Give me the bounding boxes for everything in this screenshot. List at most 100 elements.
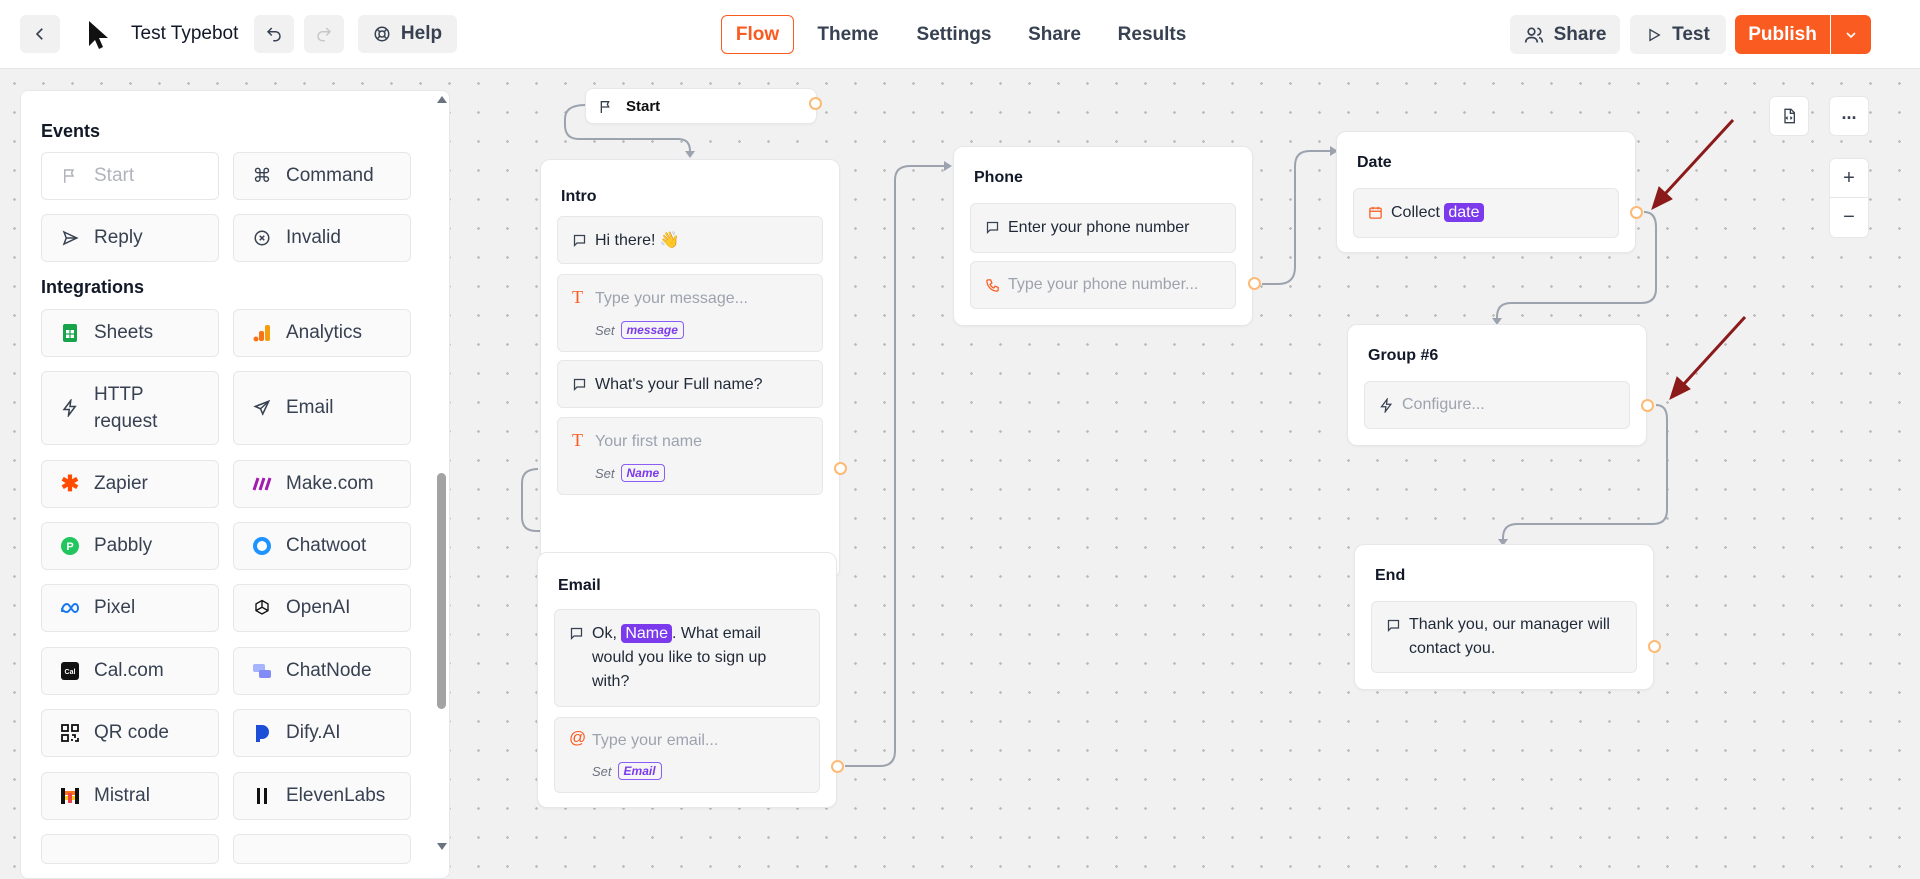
event-reply[interactable]: Reply	[41, 214, 219, 262]
event-invalid[interactable]: Invalid	[233, 214, 411, 262]
group-6[interactable]: Group #6 Configure...	[1347, 324, 1647, 446]
tab-theme[interactable]: Theme	[808, 15, 888, 54]
email-text-bubble[interactable]: Ok, Name. What email would you like to s…	[554, 609, 820, 707]
event-command[interactable]: ⌘ Command	[233, 152, 411, 200]
integration-openai[interactable]: OpenAI	[233, 584, 411, 632]
tab-flow-label: Flow	[735, 23, 780, 45]
phone-output-port[interactable]	[1248, 277, 1261, 290]
openai-icon	[252, 598, 272, 618]
bolt-icon	[1379, 396, 1394, 417]
email-input-block[interactable]: @ Type your email... Set Email	[554, 717, 820, 793]
svg-text:Cal: Cal	[65, 669, 76, 676]
integration-label: Pabbly	[94, 535, 153, 556]
group-phone-title: Phone	[974, 169, 1023, 186]
email-message: Ok, Name. What email would you like to s…	[592, 622, 805, 694]
dify-icon	[252, 723, 272, 743]
back-button[interactable]	[20, 15, 60, 53]
event-command-label: Command	[286, 165, 374, 186]
chevron-down-icon	[1846, 31, 1856, 38]
command-icon: ⌘	[252, 165, 272, 187]
group-end[interactable]: End Thank you, our manager will contact …	[1354, 544, 1654, 690]
zoom-out-button[interactable]: −	[1829, 198, 1869, 237]
integration-analytics[interactable]: Analytics	[233, 309, 411, 357]
integration-qr-code[interactable]: QR code	[41, 709, 219, 757]
test-button[interactable]: Test	[1630, 15, 1726, 54]
configure-placeholder: Configure...	[1402, 396, 1485, 413]
phone-input-block[interactable]: Type your phone number...	[970, 261, 1236, 309]
more-menu-button[interactable]: ...	[1829, 96, 1869, 136]
integration-pixel[interactable]: Pixel	[41, 584, 219, 632]
sidebar-scrollbar[interactable]	[433, 91, 449, 878]
integration-http-request[interactable]: HTTP request	[41, 371, 219, 445]
flag-icon	[60, 166, 80, 186]
tab-share[interactable]: Share	[1017, 15, 1092, 54]
phone-text-bubble[interactable]: Enter your phone number	[970, 203, 1236, 253]
integration-chatnode[interactable]: ChatNode	[233, 647, 411, 695]
end-text-bubble[interactable]: Thank you, our manager will contact you.	[1371, 601, 1637, 673]
share-label: Share	[1553, 23, 1607, 45]
zoom-in-button[interactable]: +	[1829, 159, 1869, 199]
tab-settings[interactable]: Settings	[907, 15, 1001, 54]
publish-menu-button[interactable]	[1831, 15, 1871, 54]
first-name-placeholder: Your first name	[595, 433, 703, 450]
set-label: Set	[595, 322, 615, 338]
intro-text-bubble[interactable]: Hi there! 👋	[557, 216, 823, 264]
help-button[interactable]: Help	[358, 15, 457, 53]
test-label: Test	[1672, 23, 1710, 45]
group6-output-port[interactable]	[1641, 399, 1654, 412]
integration-make[interactable]: Make.com	[233, 460, 411, 508]
integration-dify[interactable]: Dify.AI	[233, 709, 411, 757]
bot-name[interactable]: Test Typebot	[131, 23, 238, 45]
group-email[interactable]: Email Ok, Name. What email would you lik…	[537, 552, 837, 808]
integration-label: Make.com	[286, 473, 374, 494]
group-phone[interactable]: Phone Enter your phone number Type your …	[953, 146, 1253, 326]
top-bar: Test Typebot Help Flow Theme Settings Sh…	[0, 0, 1920, 69]
integration-calcom[interactable]: Cal Cal.com	[41, 647, 219, 695]
integration-label: Dify.AI	[286, 722, 341, 743]
integration-pabbly[interactable]: P Pabbly	[41, 522, 219, 570]
full-name-bubble[interactable]: What's your Full name?	[557, 360, 823, 408]
integration-email[interactable]: Email	[233, 371, 411, 445]
integration-sheets[interactable]: Sheets	[41, 309, 219, 357]
end-output-port[interactable]	[1648, 640, 1661, 653]
scroll-down-icon[interactable]	[437, 843, 447, 850]
integration-chatwoot[interactable]: Chatwoot	[233, 522, 411, 570]
publish-button[interactable]: Publish	[1735, 15, 1830, 54]
make-icon	[252, 474, 272, 494]
chat-bubble-icon	[572, 377, 587, 396]
integration-label: Zapier	[94, 473, 148, 494]
collect-label: Collect	[1391, 204, 1440, 221]
intro-output-port[interactable]	[834, 462, 847, 475]
group-date[interactable]: Date Collect date	[1336, 131, 1636, 253]
scrollbar-thumb[interactable]	[437, 473, 446, 709]
scroll-up-icon[interactable]	[437, 96, 447, 103]
cursor-arrow-icon	[89, 21, 108, 49]
variable-tag: Name	[620, 464, 666, 482]
redo-button[interactable]	[304, 15, 344, 53]
phone-text: Enter your phone number	[1008, 219, 1190, 236]
variable-tag: Email	[617, 762, 662, 780]
share-button[interactable]: Share	[1510, 15, 1620, 54]
first-name-input[interactable]: T Your first name Set Name	[557, 417, 823, 495]
date-input-block[interactable]: Collect date	[1353, 188, 1619, 238]
flow-canvas[interactable]: Start Intro Hi there! 👋 T Type your mess…	[0, 69, 1920, 879]
undo-button[interactable]	[254, 15, 294, 53]
email-output-port[interactable]	[831, 760, 844, 773]
intro-message-input[interactable]: T Type your message... Set message	[557, 274, 823, 352]
zapier-icon: ✱	[60, 471, 80, 496]
integration-mistral[interactable]: Mistral	[41, 772, 219, 820]
export-button[interactable]	[1769, 96, 1809, 136]
start-output-port[interactable]	[809, 97, 822, 110]
integration-label: Chatwoot	[286, 535, 367, 556]
group-end-title: End	[1375, 567, 1406, 584]
integration-zapier[interactable]: ✱ Zapier	[41, 460, 219, 508]
tab-results[interactable]: Results	[1110, 15, 1194, 54]
group-intro[interactable]: Intro Hi there! 👋 T Type your message...…	[540, 159, 840, 579]
date-output-port[interactable]	[1630, 206, 1643, 219]
tab-flow[interactable]: Flow	[721, 15, 794, 54]
integration-elevenlabs[interactable]: ElevenLabs	[233, 772, 411, 820]
webhook-block[interactable]: Configure...	[1364, 381, 1630, 429]
start-node[interactable]: Start	[585, 88, 817, 124]
integration-label: Analytics	[286, 322, 363, 343]
lifebuoy-icon	[374, 26, 390, 42]
